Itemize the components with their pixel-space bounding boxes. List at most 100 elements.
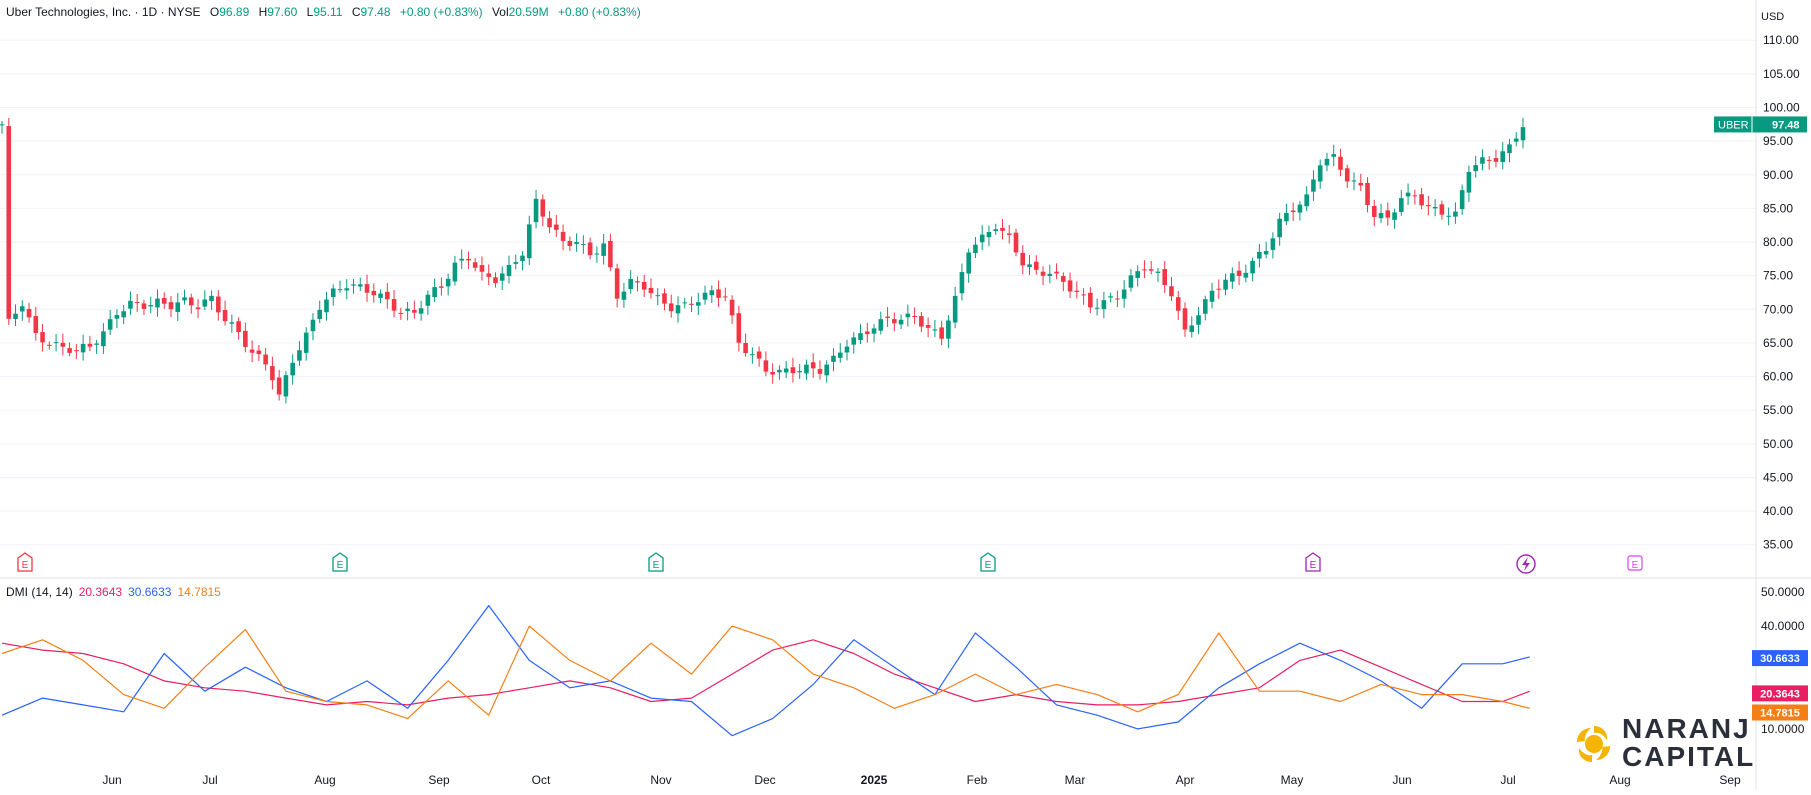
- candle-body[interactable]: [161, 297, 167, 304]
- candle-body[interactable]: [1155, 271, 1161, 273]
- candle-body[interactable]: [1480, 157, 1485, 164]
- candle-body[interactable]: [493, 277, 498, 284]
- candle-body[interactable]: [182, 297, 187, 301]
- candle-body[interactable]: [851, 337, 857, 345]
- candle-body[interactable]: [53, 342, 59, 344]
- candle-body[interactable]: [831, 355, 836, 362]
- candle-body[interactable]: [1175, 297, 1181, 311]
- candle-body[interactable]: [1385, 210, 1391, 218]
- candle-body[interactable]: [121, 311, 126, 318]
- candle-body[interactable]: [1148, 269, 1154, 271]
- candle-body[interactable]: [912, 316, 917, 318]
- candle-body[interactable]: [919, 316, 924, 327]
- candle-body[interactable]: [67, 348, 72, 353]
- candle-body[interactable]: [608, 240, 613, 268]
- candle-body[interactable]: [168, 302, 174, 310]
- candle-body[interactable]: [1223, 279, 1228, 290]
- candle-body[interactable]: [1094, 307, 1100, 309]
- candle-body[interactable]: [878, 319, 884, 331]
- candle-body[interactable]: [885, 316, 890, 318]
- candle-body[interactable]: [594, 253, 600, 255]
- candle-body[interactable]: [33, 316, 39, 333]
- candle-body[interactable]: [729, 299, 735, 316]
- candle-body[interactable]: [74, 350, 79, 352]
- candle-body[interactable]: [195, 307, 201, 310]
- candle-body[interactable]: [1047, 273, 1053, 276]
- candle-body[interactable]: [1466, 171, 1472, 193]
- candle-body[interactable]: [1006, 233, 1012, 235]
- candle-body[interactable]: [547, 218, 552, 228]
- candle-body[interactable]: [1230, 273, 1235, 282]
- candle-body[interactable]: [790, 367, 796, 374]
- candle-body[interactable]: [276, 377, 282, 395]
- candle-body[interactable]: [635, 281, 640, 283]
- candle-body[interactable]: [337, 289, 343, 291]
- candle-body[interactable]: [188, 297, 194, 306]
- candle-body[interactable]: [1351, 180, 1357, 182]
- candle-body[interactable]: [107, 319, 113, 330]
- candle-body[interactable]: [499, 273, 505, 281]
- dmi-line-di[interactable]: [1, 605, 1530, 737]
- candle-body[interactable]: [1453, 211, 1458, 217]
- candle-body[interactable]: [628, 278, 633, 290]
- candle-body[interactable]: [892, 319, 897, 324]
- candle-body[interactable]: [695, 302, 701, 306]
- candle-body[interactable]: [783, 368, 789, 373]
- candle-body[interactable]: [1344, 168, 1350, 182]
- candle-body[interactable]: [1399, 198, 1404, 213]
- candle-body[interactable]: [817, 369, 823, 374]
- candle-body[interactable]: [114, 315, 120, 319]
- candle-body[interactable]: [243, 330, 248, 347]
- candle-body[interactable]: [1338, 156, 1343, 170]
- candle-body[interactable]: [385, 291, 390, 300]
- candle-body[interactable]: [1473, 165, 1478, 172]
- candle-body[interactable]: [1304, 194, 1309, 207]
- candle-body[interactable]: [26, 308, 32, 318]
- candle-body[interactable]: [1331, 154, 1337, 157]
- candle-body[interactable]: [317, 309, 323, 319]
- dmi-line-adx[interactable]: [1, 639, 1531, 706]
- candle-body[interactable]: [80, 343, 86, 353]
- candle-body[interactable]: [1311, 179, 1316, 192]
- candle-body[interactable]: [1033, 261, 1039, 270]
- chart-canvas[interactable]: E E E E E E 110.00 105.00 100.00 95.00 90.00 85.00…: [0, 0, 1811, 790]
- candle-body[interactable]: [486, 273, 492, 277]
- candle-body[interactable]: [398, 312, 404, 314]
- candle-body[interactable]: [1500, 151, 1506, 163]
- candle-body[interactable]: [621, 291, 627, 300]
- candle-body[interactable]: [864, 331, 870, 335]
- candle-body[interactable]: [702, 292, 708, 300]
- candle-body[interactable]: [1128, 275, 1134, 288]
- candle-body[interactable]: [777, 369, 782, 373]
- candle-body[interactable]: [946, 320, 951, 339]
- candle-body[interactable]: [148, 305, 154, 307]
- candle-body[interactable]: [47, 344, 52, 346]
- candle-body[interactable]: [925, 325, 931, 328]
- candle-body[interactable]: [445, 278, 451, 287]
- candle-body[interactable]: [466, 258, 471, 261]
- candle-body[interactable]: [513, 262, 519, 264]
- candle-body[interactable]: [1459, 190, 1465, 210]
- candle-body[interactable]: [824, 364, 830, 376]
- candle-body[interactable]: [1243, 272, 1249, 278]
- candle-body[interactable]: [689, 303, 694, 305]
- candle-body[interactable]: [1378, 212, 1384, 219]
- candle-body[interactable]: [1169, 286, 1174, 297]
- candle-body[interactable]: [1257, 251, 1262, 259]
- candle-body[interactable]: [222, 309, 228, 322]
- candle-body[interactable]: [1439, 204, 1445, 215]
- candle-body[interactable]: [432, 287, 437, 298]
- candle-body[interactable]: [540, 199, 546, 217]
- candle-body[interactable]: [506, 265, 512, 277]
- candle-body[interactable]: [1446, 215, 1451, 217]
- candle-body[interactable]: [155, 298, 160, 308]
- candle-body[interactable]: [459, 258, 464, 261]
- candle-body[interactable]: [1358, 182, 1364, 186]
- candle-body[interactable]: [1121, 289, 1127, 299]
- candle-body[interactable]: [1486, 159, 1492, 161]
- candle-body[interactable]: [134, 301, 140, 303]
- candle-body[interactable]: [40, 332, 45, 343]
- candle-body[interactable]: [128, 300, 133, 309]
- candle-body[interactable]: [1013, 232, 1019, 253]
- candle-body[interactable]: [526, 224, 532, 259]
